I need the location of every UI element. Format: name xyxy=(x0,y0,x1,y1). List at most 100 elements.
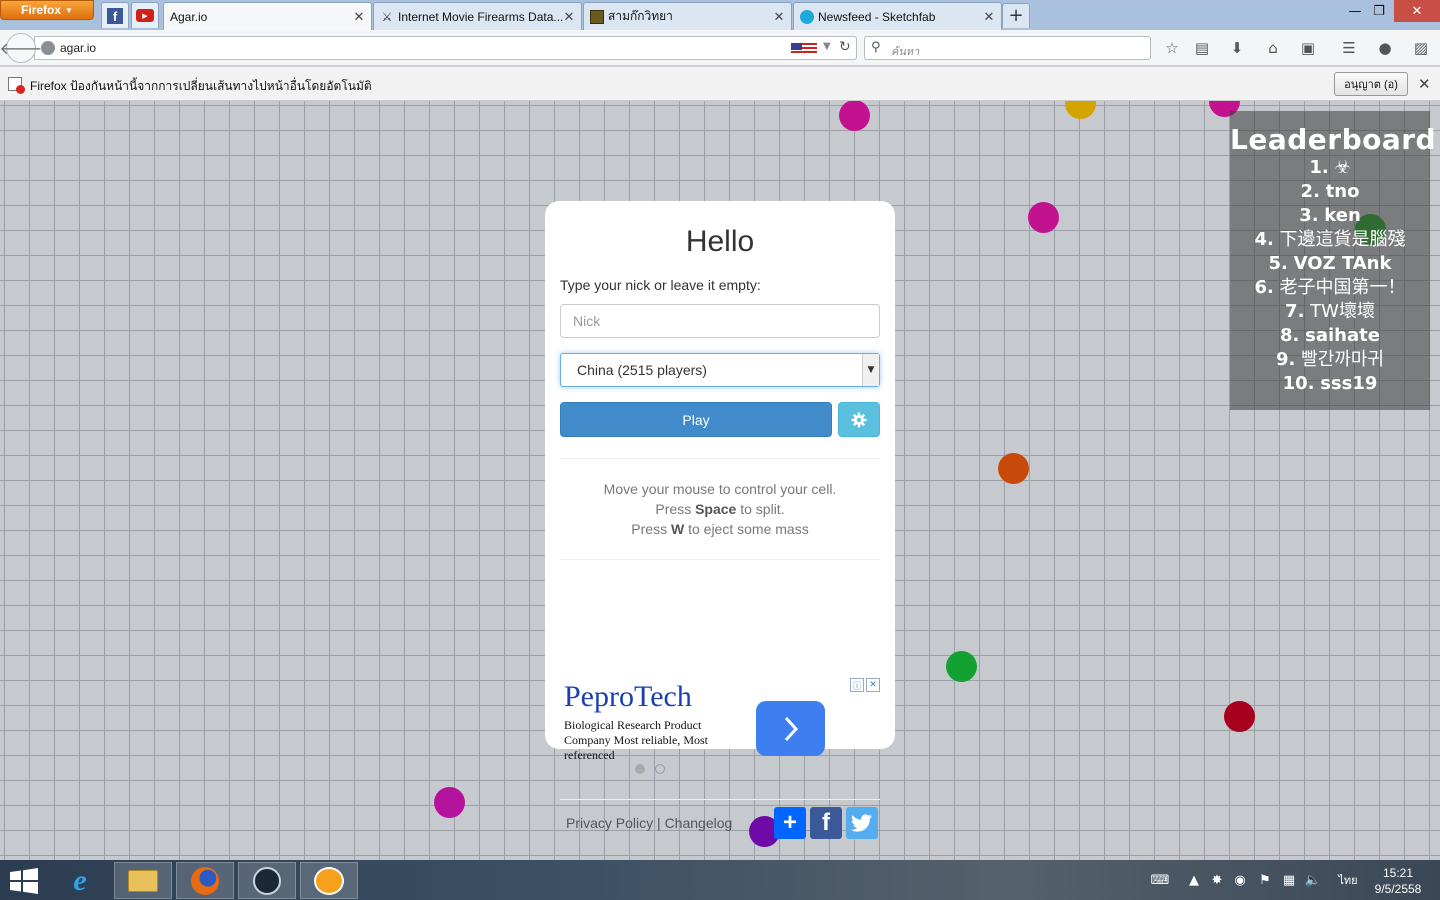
firefox-menu-label: Firefox xyxy=(21,3,62,17)
taskbar-file-explorer[interactable] xyxy=(114,862,172,899)
firefox-menu-button[interactable]: Firefox ▼ xyxy=(0,0,94,20)
history-dropdown-icon[interactable]: ▼ xyxy=(823,41,831,52)
input-language[interactable]: ไทย xyxy=(1334,870,1362,890)
leaderboard-name: VOZ TAnk xyxy=(1293,253,1392,274)
settings-button[interactable] xyxy=(838,402,880,437)
taskbar-internet-explorer[interactable]: e xyxy=(51,862,109,899)
navigation-toolbar: agar.io ▼ ↻ 🡐 ⚲ ค้นหา ☆ ▤ ⬇ ⌂ ▣ ☰ ● ▨ xyxy=(0,30,1440,66)
keyboard-icon[interactable]: ⌨ xyxy=(1146,870,1174,890)
nick-input[interactable] xyxy=(560,304,880,338)
ad-dot[interactable] xyxy=(655,764,665,774)
youtube-icon: ▶ xyxy=(136,9,154,22)
pinned-tab-youtube[interactable]: ▶ xyxy=(131,2,159,28)
window-close-button[interactable]: ✕ xyxy=(1394,0,1440,22)
taskbar-steam[interactable] xyxy=(238,862,296,899)
bookmark-star-icon[interactable]: ☆ xyxy=(1162,38,1182,58)
footer-separator: | xyxy=(653,815,665,831)
search-placeholder: ค้นหา xyxy=(891,46,920,58)
taskbar-firefox[interactable] xyxy=(176,862,234,899)
windows-start-icon[interactable] xyxy=(10,868,38,894)
globe-icon xyxy=(41,41,55,55)
close-icon[interactable]: ✕ xyxy=(353,9,365,25)
chat-icon[interactable]: ● xyxy=(1375,38,1395,58)
leaderboard-rank: 9. xyxy=(1276,349,1296,370)
privacy-policy-link[interactable]: Privacy Policy xyxy=(566,815,653,831)
close-icon[interactable]: ✕ xyxy=(773,9,785,25)
leaderboard-entry: 10. sss19 xyxy=(1230,372,1430,396)
leaderboard-entry: 5. VOZ TAnk xyxy=(1230,252,1430,276)
instruction-line: Press W to eject some mass xyxy=(631,521,809,537)
key-w: W xyxy=(670,521,685,537)
downloads-icon[interactable]: ⬇ xyxy=(1227,38,1247,58)
network-icon[interactable]: ▦ xyxy=(1279,870,1299,890)
leaderboard-name: 빨간까마귀 xyxy=(1301,349,1384,370)
leaderboard: Leaderboard 1. ☣ 2. tno 3. ken 4. 下邊這貨是腦殘 5.… xyxy=(1230,111,1437,410)
play-button[interactable]: Play xyxy=(560,402,832,437)
new-tab-button[interactable]: + xyxy=(1002,3,1030,28)
notification-bar: Firefox ป้องกันหน้านี้จากการเปลี่ยนเส้นท… xyxy=(0,67,1440,101)
game-canvas[interactable]: Leaderboard 1. ☣ 2. tno 3. ken 4. 下邊這貨是腦殘 5.… xyxy=(0,101,1440,860)
chevron-down-icon: ▼ xyxy=(862,354,879,386)
cell xyxy=(1028,202,1059,233)
back-button[interactable]: 🡐 xyxy=(0,33,42,63)
leaderboard-entry: 3. ken xyxy=(1230,204,1430,228)
tab-imfdb[interactable]: ⚔ Internet Movie Firearms Data... ✕ xyxy=(373,2,582,30)
leaderboard-name: sss19 xyxy=(1320,373,1378,394)
hamburger-menu-icon[interactable]: ☰ xyxy=(1339,38,1359,58)
leaderboard-name: ken xyxy=(1324,205,1361,226)
tab-sketchfab[interactable]: Newsfeed - Sketchfab ✕ xyxy=(793,2,1002,30)
ad-brand[interactable]: PeproTech xyxy=(564,680,692,714)
addon-icon[interactable]: ▣ xyxy=(1298,38,1318,58)
screenshot-icon[interactable]: ▨ xyxy=(1411,38,1431,58)
folder-icon xyxy=(128,869,158,892)
leaderboard-entry: 8. saihate xyxy=(1230,324,1430,348)
region-select[interactable]: China (2515 players) ▼ xyxy=(560,353,880,387)
tab-agar[interactable]: Agar.io ✕ xyxy=(163,2,372,30)
url-bar[interactable]: agar.io ▼ ↻ xyxy=(34,36,857,60)
reading-list-icon[interactable]: ▤ xyxy=(1192,38,1212,58)
cell xyxy=(1065,101,1096,119)
leaderboard-title: Leaderboard xyxy=(1230,123,1437,156)
leaderboard-rank: 10. xyxy=(1282,373,1315,394)
action-center-flag-icon[interactable]: ⚑ xyxy=(1255,870,1275,890)
ad-info-icon[interactable]: ⓘ xyxy=(850,678,864,692)
leaderboard-name: TW壞壞 xyxy=(1310,301,1375,322)
cell xyxy=(434,787,465,818)
search-bar[interactable]: ⚲ ค้นหา xyxy=(864,36,1151,60)
leaderboard-rank: 3. xyxy=(1299,205,1319,226)
share-add-button[interactable]: + xyxy=(774,807,806,839)
reload-icon[interactable]: ↻ xyxy=(839,39,851,55)
paw-icon xyxy=(314,866,344,895)
advertisement[interactable]: ⓘ ✕ PeproTech Biological Research Produc… xyxy=(560,678,880,778)
share-twitter-button[interactable] xyxy=(846,807,878,839)
divider xyxy=(560,559,880,560)
clock[interactable]: 15:21 9/5/2558 xyxy=(1368,865,1428,897)
footer-links: Privacy Policy | Changelog xyxy=(566,815,732,831)
tray-app-icon[interactable]: ✸ xyxy=(1207,870,1227,890)
url-text[interactable]: agar.io xyxy=(60,41,96,55)
clock-time: 15:21 xyxy=(1382,866,1414,880)
home-icon[interactable]: ⌂ xyxy=(1263,38,1283,58)
tray-network-app-icon[interactable]: ◉ xyxy=(1230,870,1250,890)
blocked-redirect-icon xyxy=(8,77,25,94)
close-icon[interactable]: ✕ xyxy=(563,9,575,25)
close-icon[interactable]: ✕ xyxy=(983,9,995,25)
volume-icon[interactable]: 🔈 xyxy=(1303,870,1323,890)
chevron-up-icon[interactable]: ▲ xyxy=(1184,870,1204,890)
share-facebook-button[interactable]: f xyxy=(810,807,842,839)
changelog-link[interactable]: Changelog xyxy=(665,815,733,831)
pinned-tab-facebook[interactable]: f xyxy=(101,2,129,28)
close-icon[interactable]: ✕ xyxy=(866,678,880,692)
taskbar-game-app[interactable] xyxy=(300,862,358,899)
tab-samkok[interactable]: สามก๊กวิทยา ✕ xyxy=(583,2,792,30)
ad-go-button[interactable] xyxy=(756,701,825,756)
ad-choices[interactable]: ⓘ ✕ xyxy=(850,678,880,692)
close-icon[interactable]: ✕ xyxy=(1418,75,1431,93)
gear-icon xyxy=(851,412,867,427)
leaderboard-entry: 1. ☣ xyxy=(1230,156,1430,180)
restore-button[interactable]: ❐ xyxy=(1366,0,1392,22)
ad-dot-active[interactable] xyxy=(635,764,645,774)
leaderboard-entry: 7. TW壞壞 xyxy=(1230,300,1430,324)
instruction-line: Press Space to split. xyxy=(655,501,785,517)
allow-button[interactable]: อนุญาต (อ) xyxy=(1334,72,1408,96)
